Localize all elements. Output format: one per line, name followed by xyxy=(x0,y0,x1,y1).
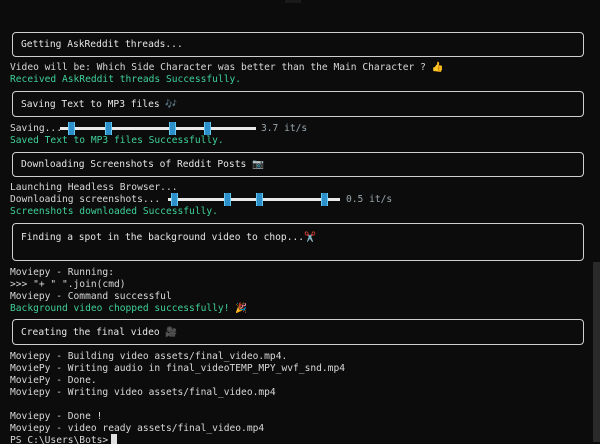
saved-mp3-line: Saved Text to MP3 files Successfully. xyxy=(10,135,224,146)
downloading-rate: 0.5 it/s xyxy=(346,194,393,205)
progress-handle xyxy=(321,193,328,206)
window-top-glyph xyxy=(285,0,301,3)
done-line-1: Moviepy - Done ! xyxy=(10,411,103,422)
saving-rate: 3.7 it/s xyxy=(261,123,308,134)
video-title-line: Video will be: Which Side Character was … xyxy=(10,62,444,73)
received-threads-line: Received AskReddit threads Successfully. xyxy=(10,74,242,85)
launching-browser-line: Launching Headless Browser... xyxy=(10,182,178,193)
status-box-text: Creating the final video 🎥 xyxy=(21,326,178,338)
status-box-text: Getting AskReddit threads... xyxy=(21,39,183,50)
status-box-getting-threads: Getting AskReddit threads... xyxy=(12,32,584,57)
downloading-label: Downloading screenshots... xyxy=(10,194,161,205)
saving-progress-bar xyxy=(60,122,256,135)
status-box-text: Saving Text to MP3 files 🎶 xyxy=(21,98,178,110)
progress-handle xyxy=(171,193,178,206)
progress-handle xyxy=(169,122,176,135)
background-chopped-line: Background video chopped successfully! 🎉 xyxy=(10,303,248,314)
downloading-progress-bar xyxy=(168,193,340,206)
text-cursor xyxy=(111,434,118,444)
screenshots-done-line: Screenshots downloaded Successfully. xyxy=(10,206,218,217)
terminal-scrollbar[interactable] xyxy=(593,262,600,442)
status-box-finding-spot: Finding a spot in the background video t… xyxy=(12,223,584,261)
moviepy-running-line: Moviepy - Running: xyxy=(10,267,114,278)
progress-handle xyxy=(204,122,211,135)
saving-label: Saving... xyxy=(10,123,62,134)
moviepy-join-line: >>> "+ " ".join(cmd) xyxy=(10,279,126,290)
build-line-4: Moviepy - Writing video assets/final_vid… xyxy=(10,387,276,398)
shell-prompt[interactable]: PS C:\Users\Bots> xyxy=(10,434,118,444)
progress-handle xyxy=(68,122,75,135)
status-box-saving-mp3: Saving Text to MP3 files 🎶 xyxy=(12,91,584,117)
progress-handle xyxy=(256,193,263,206)
build-line-1: Moviepy - Building video assets/final_vi… xyxy=(10,351,288,362)
build-line-2: MoviePy - Writing audio in final_videoTE… xyxy=(10,363,346,374)
build-line-3: MoviePy - Done. xyxy=(10,375,97,386)
moviepy-command-line: Moviepy - Command successful xyxy=(10,291,172,302)
status-box-screenshots: Downloading Screenshots of Reddit Posts … xyxy=(12,152,584,177)
status-box-final-video: Creating the final video 🎥 xyxy=(12,319,584,345)
status-box-text: Finding a spot in the background video t… xyxy=(21,232,316,243)
prompt-text: PS C:\Users\Bots> xyxy=(10,435,109,444)
status-box-text: Downloading Screenshots of Reddit Posts … xyxy=(21,159,264,170)
progress-handle xyxy=(224,193,231,206)
progress-handle xyxy=(105,122,112,135)
